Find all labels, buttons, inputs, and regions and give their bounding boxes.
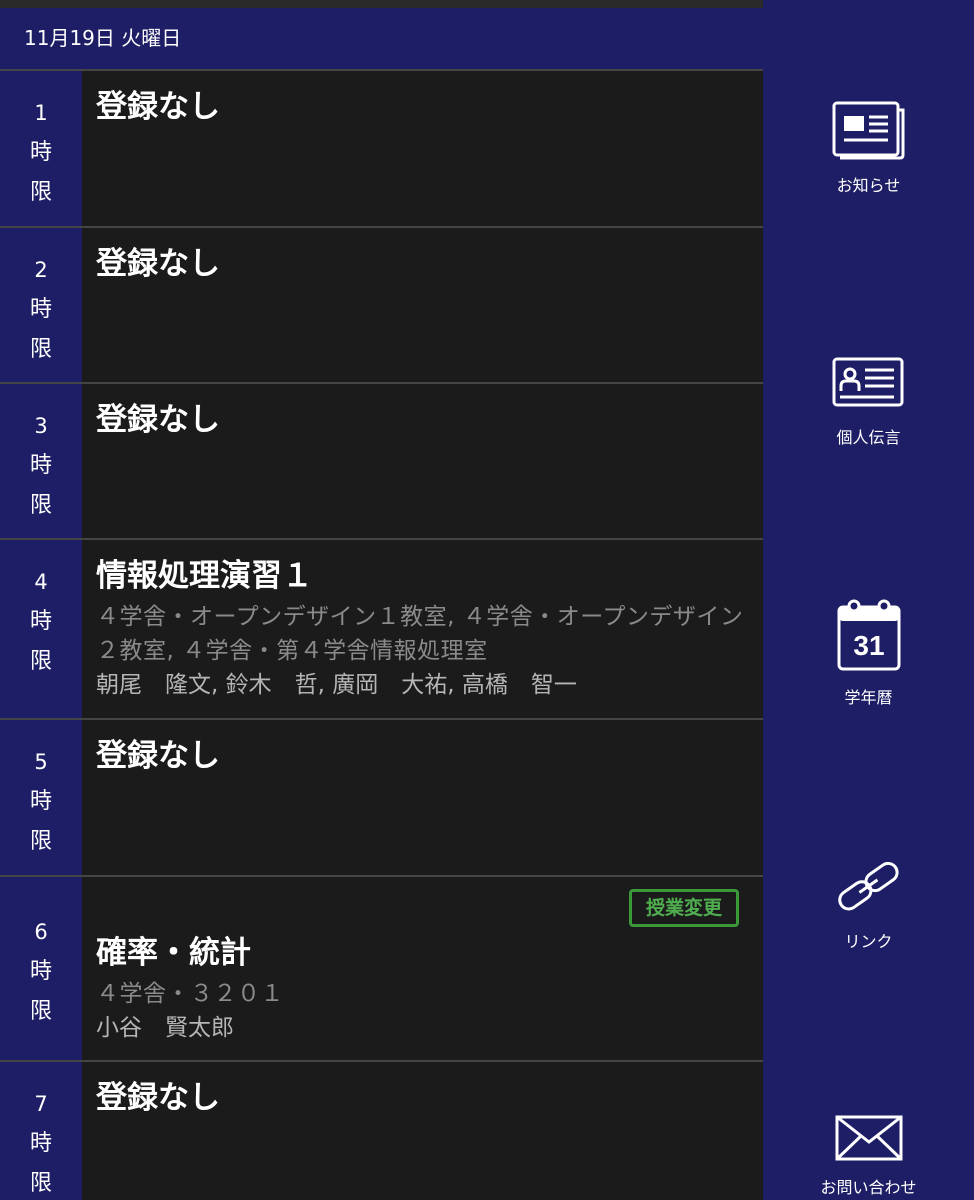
period-suffix-gen: 限: [29, 649, 52, 674]
period-suffix-ji: 時: [29, 609, 52, 634]
period-cell[interactable]: 授業変更 確率・統計 ４学舎・３２０１ 小谷 賢太郎: [82, 877, 763, 1060]
period-suffix-ji: 時: [29, 789, 52, 814]
sidebar-label: お知らせ: [836, 176, 901, 195]
date-header: 11月19日 火曜日: [0, 8, 763, 69]
course-title: 登録なし: [96, 246, 220, 282]
period-cell[interactable]: 情報処理演習１ ４学舎・オープンデザイン１教室, ４学舎・オープンデザイン２教室…: [82, 540, 763, 718]
sidebar-item-calendar[interactable]: 31 学年暦: [763, 598, 974, 708]
period-row-5[interactable]: 5 時 限 登録なし: [0, 720, 763, 875]
period-number: 3: [34, 414, 48, 438]
period-number: 5: [34, 750, 48, 774]
course-title: 情報処理演習１: [96, 558, 313, 594]
period-suffix-gen: 限: [29, 493, 52, 518]
period-row-6[interactable]: 6 時 限 授業変更 確率・統計 ４学舎・３２０１ 小谷 賢太郎: [0, 877, 763, 1060]
sidebar-item-notices[interactable]: お知らせ: [763, 100, 974, 196]
period-label: 1 時 限: [0, 71, 82, 226]
period-suffix-gen: 限: [29, 1171, 52, 1196]
period-cell[interactable]: 登録なし: [82, 71, 763, 226]
period-cell[interactable]: 登録なし: [82, 228, 763, 382]
period-cell[interactable]: 登録なし: [82, 720, 763, 875]
sidebar-label: お問い合わせ: [820, 1178, 917, 1197]
period-row-2[interactable]: 2 時 限 登録なし: [0, 228, 763, 382]
sidebar-label: リンク: [844, 932, 893, 951]
period-suffix-ji: 時: [29, 959, 52, 984]
course-title: 登録なし: [96, 1080, 220, 1116]
period-row-4[interactable]: 4 時 限 情報処理演習１ ４学舎・オープンデザイン１教室, ４学舎・オープンデ…: [0, 540, 763, 718]
period-label: 5 時 限: [0, 720, 82, 875]
sidebar-label: 学年暦: [844, 688, 893, 707]
calendar-icon: 31: [837, 599, 900, 671]
period-row-1[interactable]: 1 時 限 登録なし: [0, 71, 763, 226]
course-title: 登録なし: [96, 402, 220, 438]
period-row-3[interactable]: 3 時 限 登録なし: [0, 384, 763, 538]
period-suffix-gen: 限: [29, 180, 52, 205]
course-room: ４学舎・オープンデザイン１教室, ４学舎・オープンデザイン２教室, ４学舎・第４…: [96, 604, 744, 664]
course-teacher: 朝尾 隆文, 鈴木 哲, 廣岡 大祐, 高橋 智一: [96, 672, 577, 698]
course-title: 登録なし: [96, 738, 220, 774]
period-suffix-gen: 限: [29, 829, 52, 854]
app-root: 11月19日 火曜日 1 時 限 登録なし 2 時 限 登録なし 3 時 限 登…: [0, 0, 974, 1200]
period-label: 6 時 限: [0, 877, 82, 1060]
period-suffix-gen: 限: [29, 337, 52, 362]
period-number: 1: [34, 101, 48, 125]
period-label: 2 時 限: [0, 228, 82, 382]
class-change-badge: 授業変更: [628, 889, 739, 927]
period-number: 4: [34, 570, 48, 594]
course-teacher: 小谷 賢太郎: [96, 1015, 234, 1041]
period-suffix-ji: 時: [29, 140, 52, 165]
sidebar: お知らせ 個人伝言 31 学年暦 リンク お問い合わせ: [763, 0, 974, 1200]
period-label: 7 時 限: [0, 1062, 82, 1200]
course-room: ４学舎・３２０１: [96, 981, 284, 1007]
sidebar-label: 個人伝言: [836, 428, 901, 447]
period-label: 4 時 限: [0, 540, 82, 718]
period-number: 7: [34, 1092, 48, 1116]
period-number: 6: [34, 920, 48, 944]
period-number: 2: [34, 258, 48, 282]
schedule-list: 1 時 限 登録なし 2 時 限 登録なし 3 時 限 登録なし 4 時 限 情…: [0, 69, 763, 1200]
period-suffix-gen: 限: [29, 999, 52, 1024]
sidebar-item-links[interactable]: リンク: [763, 858, 974, 952]
period-cell[interactable]: 登録なし: [82, 384, 763, 538]
period-label: 3 時 限: [0, 384, 82, 538]
envelope-icon: [835, 1115, 902, 1161]
course-title: 登録なし: [96, 89, 220, 125]
course-title: 確率・統計: [96, 935, 251, 971]
calendar-day: 31: [853, 630, 884, 661]
top-strip: [0, 0, 763, 8]
link-icon: [837, 861, 899, 911]
period-row-7[interactable]: 7 時 限 登録なし: [0, 1062, 763, 1200]
period-suffix-ji: 時: [29, 1131, 52, 1156]
newspaper-icon: [832, 101, 904, 160]
period-suffix-ji: 時: [29, 297, 52, 322]
sidebar-item-messages[interactable]: 個人伝言: [763, 356, 974, 448]
id-card-icon: [832, 357, 903, 407]
sidebar-item-contact[interactable]: お問い合わせ: [763, 1114, 974, 1198]
period-cell[interactable]: 登録なし: [82, 1062, 763, 1200]
period-suffix-ji: 時: [29, 453, 52, 478]
